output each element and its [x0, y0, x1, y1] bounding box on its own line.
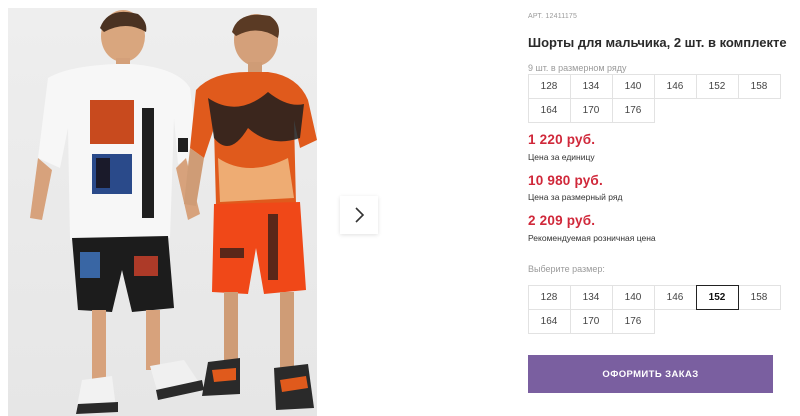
product-photo-illustration [30, 10, 317, 414]
size-option[interactable]: 146 [653, 284, 697, 310]
size-range-cell: 158 [737, 73, 781, 99]
size-selector: 128 134 140 146 152 158 164 170 176 [527, 284, 781, 334]
size-range-cell: 164 [527, 97, 571, 123]
right-boy-figure [184, 14, 317, 410]
size-range-cell: 140 [611, 73, 655, 99]
size-range-cell: 152 [695, 73, 739, 99]
size-range-cell: 170 [569, 97, 613, 123]
size-range-grid: 128 134 140 146 152 158 164 170 176 [527, 73, 781, 123]
unit-price: 1 220 руб. [528, 132, 596, 147]
choose-size-label: Выберите размер: [528, 264, 605, 274]
size-option[interactable]: 170 [569, 308, 613, 334]
product-gallery [0, 0, 395, 416]
next-image-button[interactable] [340, 196, 378, 234]
size-option[interactable]: 140 [611, 284, 655, 310]
product-sku: АРТ. 12411175 [528, 13, 578, 20]
unit-price-label: Цена за единицу [528, 152, 595, 162]
size-option[interactable]: 164 [527, 308, 571, 334]
size-range-cell: 146 [653, 73, 697, 99]
product-title: Шорты для мальчика, 2 шт. в комплекте [528, 35, 787, 50]
left-boy-figure [30, 10, 204, 414]
size-option[interactable]: 176 [611, 308, 655, 334]
size-range-cell: 128 [527, 73, 571, 99]
size-range-cell: 134 [569, 73, 613, 99]
size-option[interactable]: 128 [527, 284, 571, 310]
range-price: 10 980 руб. [528, 173, 603, 188]
size-option-selected[interactable]: 152 [695, 284, 739, 310]
size-range-cell: 176 [611, 97, 655, 123]
size-option[interactable]: 134 [569, 284, 613, 310]
rrp-price: 2 209 руб. [528, 213, 596, 228]
range-price-label: Цена за размерный ряд [528, 192, 623, 202]
chevron-right-icon [355, 207, 365, 223]
place-order-button[interactable]: ОФОРМИТЬ ЗАКАЗ [528, 355, 773, 393]
size-option[interactable]: 158 [737, 284, 781, 310]
sizes-count-note: 9 шт. в размерном ряду [528, 63, 627, 73]
rrp-price-label: Рекомендуемая розничная цена [528, 233, 656, 243]
product-photo[interactable] [8, 8, 317, 416]
